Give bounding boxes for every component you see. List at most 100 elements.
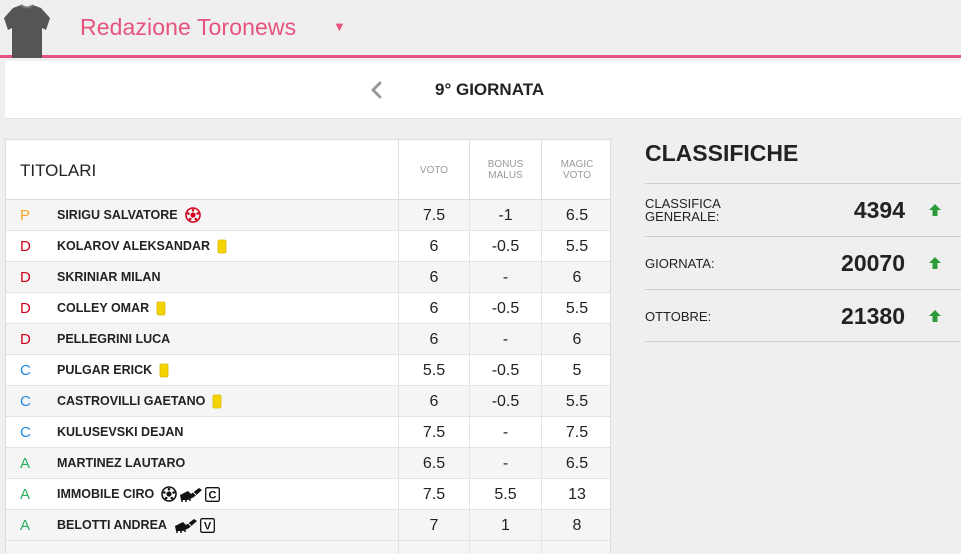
cell-bonus: -: [469, 417, 541, 448]
captain-c-icon: C: [205, 486, 221, 502]
player-role: D: [20, 331, 31, 348]
team-dropdown-icon[interactable]: ▼: [333, 19, 346, 34]
table-row: P SIRIGU SALVATORE 7.5 -1 6.5: [6, 200, 610, 231]
goal-icon: [161, 486, 178, 502]
yellow-card-icon: [212, 394, 222, 408]
ranking-value: 20070: [841, 250, 905, 276]
cell-magic: 6: [541, 262, 610, 293]
cell-bonus: -0.5: [469, 231, 541, 262]
player-name[interactable]: COLLEY OMAR: [57, 301, 149, 315]
player-name[interactable]: PELLEGRINI LUCA: [57, 332, 170, 346]
cell-voto: 7.5: [398, 417, 469, 448]
cell-magic: 6.5: [541, 200, 610, 231]
cell-voto: 6: [398, 262, 469, 293]
table-title: TITOLARI: [20, 161, 97, 180]
cell-voto: 6: [398, 231, 469, 262]
table-row: A IMMOBILE CIRO C 7.5 5.5 13: [6, 479, 610, 510]
table-row: C CASTROVILLI GAETANO 6 -0.5 5.5: [6, 386, 610, 417]
cell-bonus: 5.5: [469, 479, 541, 510]
player-name[interactable]: MARTINEZ LAUTARO: [57, 456, 185, 470]
goal-conceded-icon: [184, 207, 201, 223]
column-header-magic-label: MAGIC VOTO: [560, 159, 594, 181]
arrow-up-icon: [929, 257, 941, 269]
cell-magic: 5.5: [541, 231, 610, 262]
player-role: A: [20, 486, 31, 503]
table-row: D PELLEGRINI LUCA 6-6: [6, 324, 610, 355]
cell-empty: [541, 541, 610, 554]
player-events: [212, 392, 222, 410]
cell-empty: [398, 541, 469, 554]
player-events: [184, 206, 201, 224]
arrow-up-icon: [929, 204, 941, 216]
ranking-value: 4394: [853, 197, 905, 223]
yellow-card-icon: [156, 301, 166, 315]
assist-boot-icon: [180, 488, 203, 502]
player-name[interactable]: IMMOBILE CIRO: [57, 487, 154, 501]
cell-bonus: -: [469, 448, 541, 479]
cell-voto: 7.5: [398, 479, 469, 510]
ranking-row: GIORNATA: 20070: [645, 236, 961, 289]
arrow-up-icon: [929, 310, 941, 322]
cell-bonus: -: [469, 262, 541, 293]
player-role: C: [20, 424, 31, 441]
table-row: A BELOTTI ANDREA V 7 1 8: [6, 510, 610, 541]
cell-voto: 6: [398, 324, 469, 355]
lineup-table: TITOLARI VOTO BONUS MALUS MAGIC VOTO P SI…: [5, 139, 611, 554]
table-row: C PULGAR ERICK 5.5 -0.5 5: [6, 355, 610, 386]
player-events: C: [161, 485, 221, 503]
player-name[interactable]: CASTROVILLI GAETANO: [57, 394, 205, 408]
ranking-row: OTTOBRE: 21380: [645, 289, 961, 342]
cell-magic: 5.5: [541, 293, 610, 324]
player-name[interactable]: PULGAR ERICK: [57, 363, 152, 377]
cell-bonus: -0.5: [469, 293, 541, 324]
cell-magic: 8: [541, 510, 610, 541]
yellow-card-icon: [218, 239, 227, 253]
cell-voto: 5.5: [398, 355, 469, 386]
svg-text:V: V: [204, 520, 212, 532]
cell-bonus: -1: [469, 200, 541, 231]
cell-magic: 6: [541, 324, 610, 355]
ranking-value: 21380: [841, 303, 905, 329]
cell-bonus: 1: [469, 510, 541, 541]
table-row: C KULUSEVSKI DEJAN 7.5-7.5: [6, 417, 610, 448]
player-role: C: [20, 362, 31, 379]
svg-text:C: C: [209, 489, 217, 501]
cell-empty: [469, 541, 541, 554]
player-events: [217, 237, 227, 255]
table-row: D SKRINIAR MILAN 6-6: [6, 262, 610, 293]
table-row: D COLLEY OMAR 6 -0.5 5.5: [6, 293, 610, 324]
player-events: [156, 299, 166, 317]
ranking-label: CLASSIFICA GENERALE:: [645, 196, 721, 224]
vice-captain-v-icon: V: [200, 517, 216, 533]
player-name[interactable]: SKRINIAR MILAN: [57, 270, 160, 284]
yellow-card-icon: [159, 363, 169, 377]
table-row-empty: [6, 541, 610, 554]
cell-voto: 7: [398, 510, 469, 541]
table-row: D KOLAROV ALEKSANDAR 6 -0.5 5.5: [6, 231, 610, 262]
player-name[interactable]: KULUSEVSKI DEJAN: [57, 425, 183, 439]
player-role: A: [20, 517, 31, 534]
team-name: Redazione Toronews: [80, 14, 297, 40]
player-name[interactable]: BELOTTI ANDREA: [57, 518, 167, 532]
player-events: V: [174, 516, 216, 534]
cell-bonus: -0.5: [469, 355, 541, 386]
column-header-voto: VOTO: [398, 140, 469, 200]
chevron-left-icon[interactable]: [367, 76, 387, 104]
player-events: [159, 361, 169, 379]
ranking-row: CLASSIFICA GENERALE: 4394: [645, 183, 961, 236]
table-row: A MARTINEZ LAUTARO 6.5-6.5: [6, 448, 610, 479]
ranking-label: OTTOBRE:: [645, 309, 712, 324]
player-name[interactable]: KOLAROV ALEKSANDAR: [57, 239, 210, 253]
cell-bonus: -: [469, 324, 541, 355]
player-role: A: [20, 455, 31, 472]
assist-boot-icon: [175, 519, 198, 533]
column-header-bonus-label: BONUS MALUS: [487, 159, 524, 181]
cell-voto: 6.5: [398, 448, 469, 479]
player-role: C: [20, 393, 31, 410]
cell-voto: 7.5: [398, 200, 469, 231]
player-role: D: [20, 238, 31, 255]
team-header: Redazione Toronews ▼: [0, 0, 961, 58]
player-name[interactable]: SIRIGU SALVATORE: [57, 208, 178, 222]
round-selector: 9° GIORNATA: [5, 61, 961, 119]
player-role: P: [20, 207, 31, 224]
